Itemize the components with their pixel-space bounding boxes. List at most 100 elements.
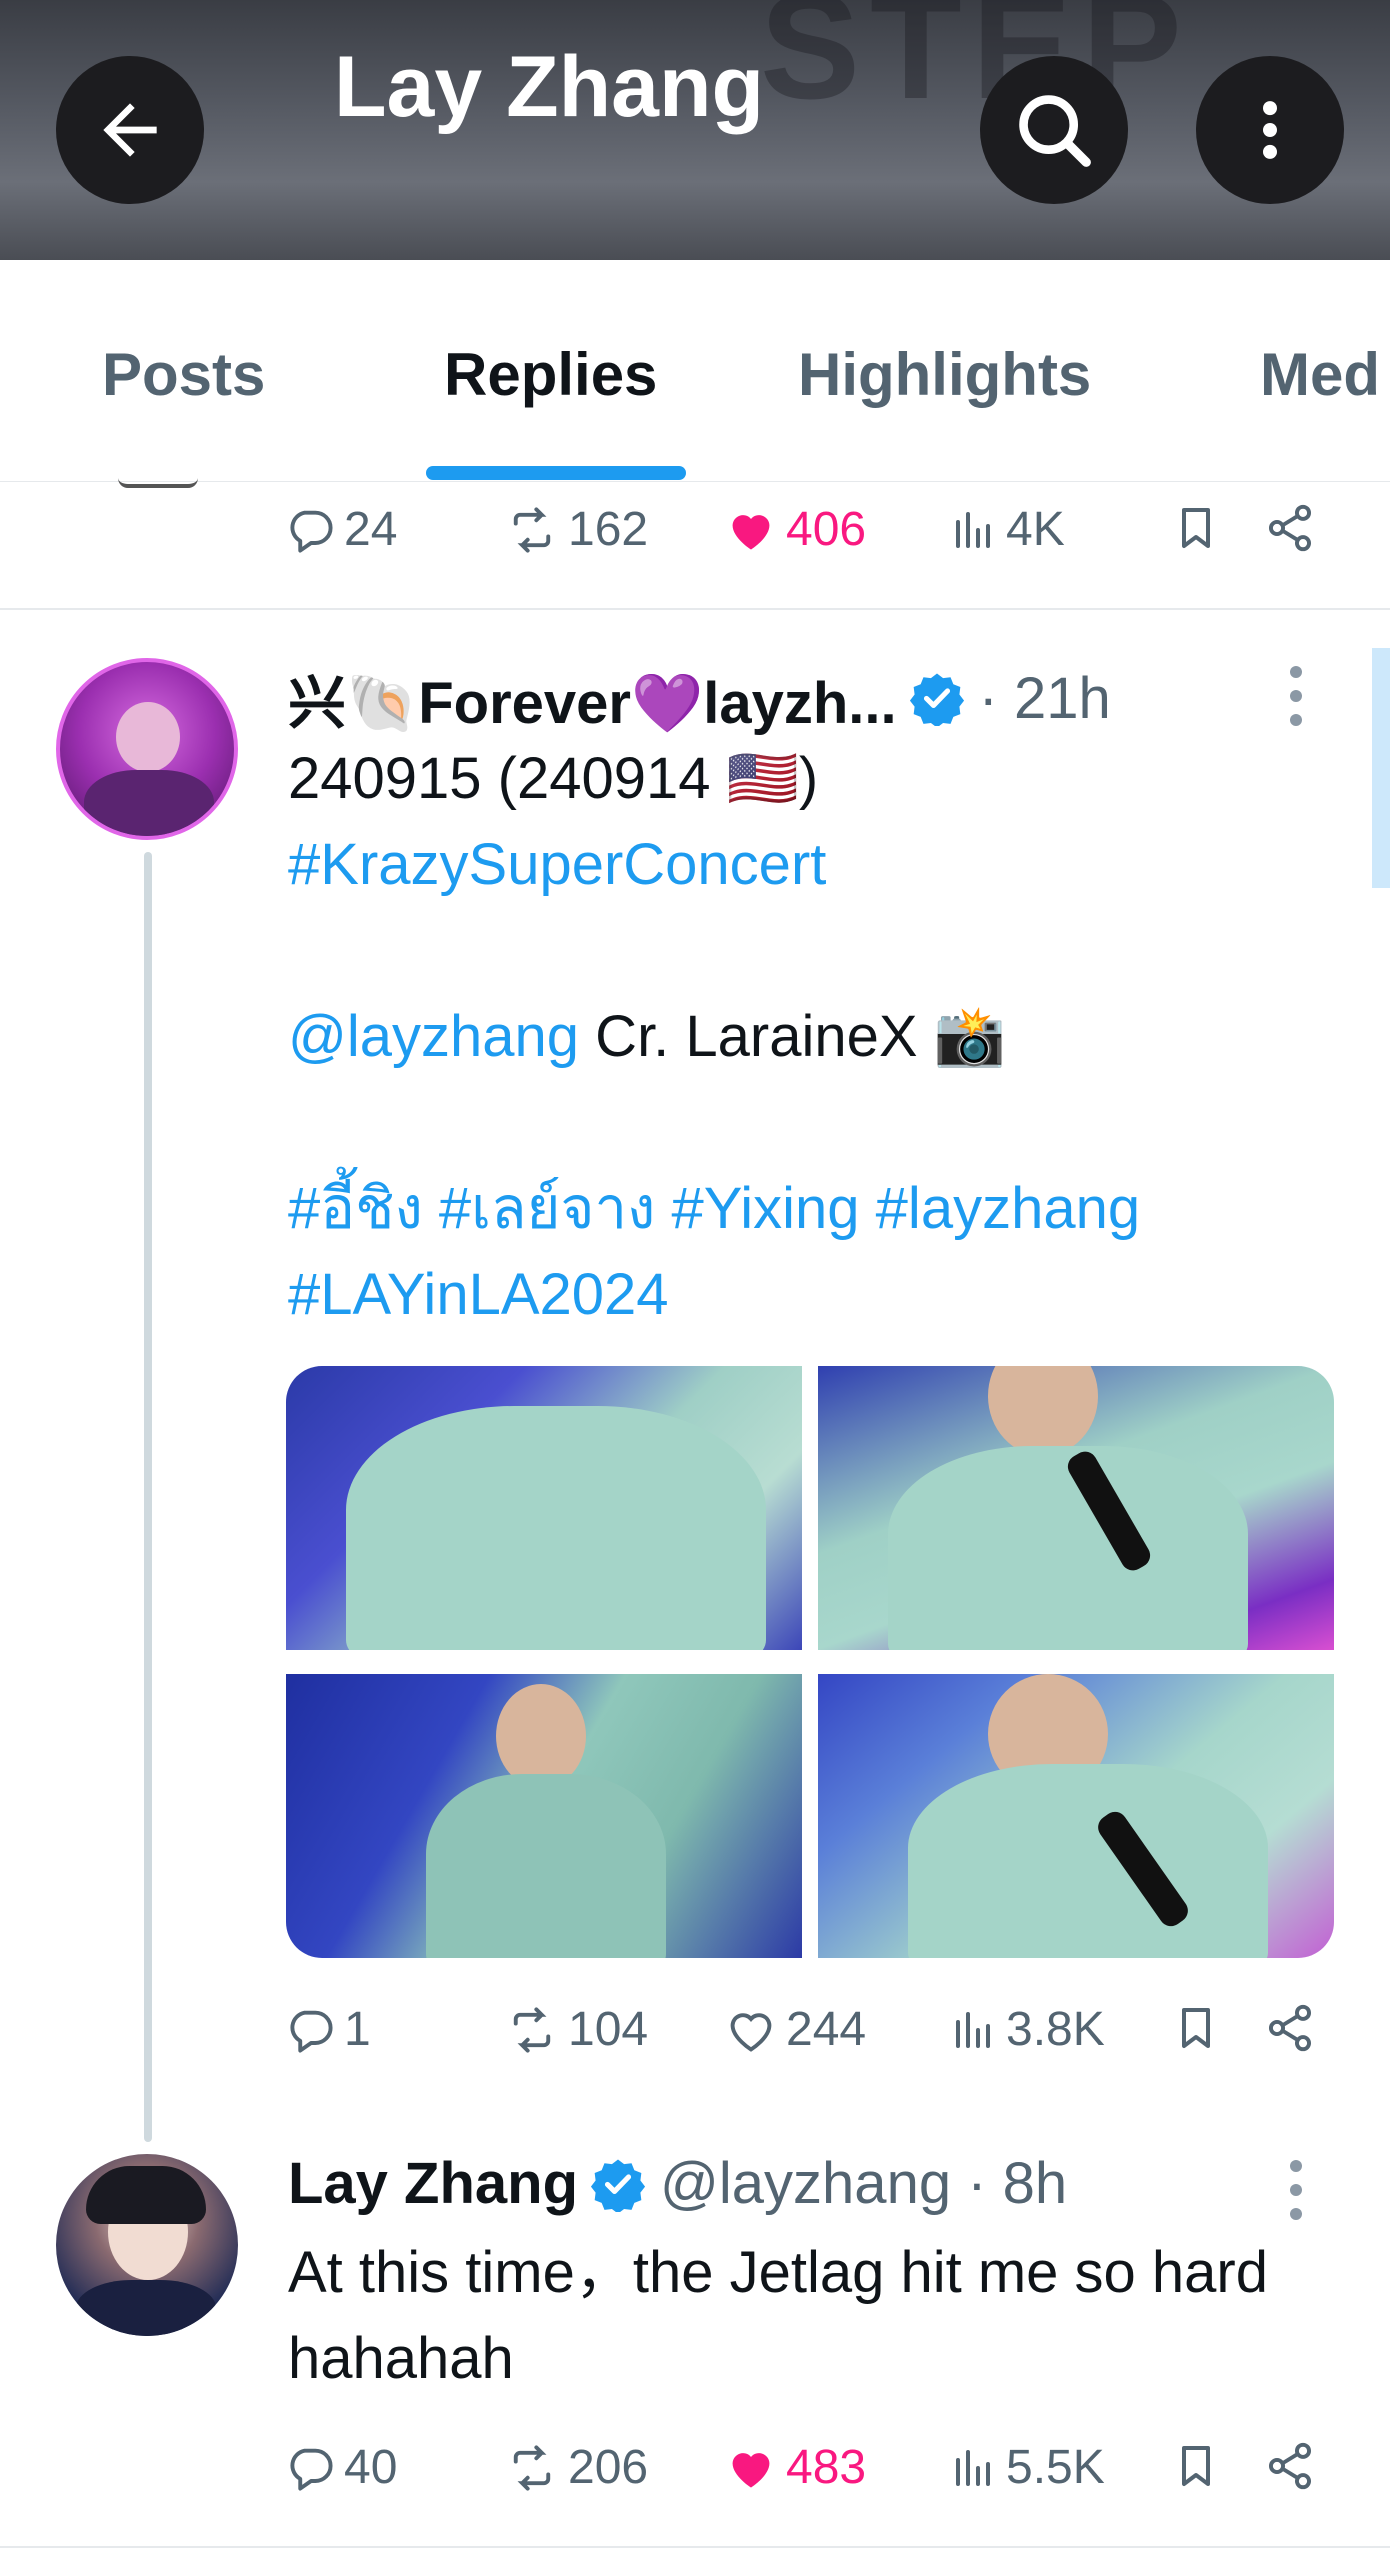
bookmark-button[interactable] — [1172, 2440, 1228, 2492]
share-icon — [1268, 2442, 1312, 2490]
repost-icon — [513, 2006, 551, 2053]
tweet-header: 兴🐚Forever💜layzh... · 21h — [288, 656, 1111, 740]
bookmark-button[interactable] — [1172, 502, 1228, 554]
repost-button[interactable]: 206 — [504, 2440, 648, 2495]
views-icon — [956, 2449, 990, 2486]
bookmark-icon — [1182, 2446, 1210, 2486]
avatar[interactable] — [56, 658, 238, 840]
reply-count: 40 — [344, 2441, 398, 2494]
hashtag-link[interactable]: #LAYinLA2024 — [288, 1252, 1328, 1338]
back-button[interactable] — [56, 56, 204, 204]
tab-replies[interactable]: Replies — [444, 340, 657, 409]
views-button[interactable]: 5.5K — [950, 2440, 1105, 2495]
like-count: 406 — [786, 503, 867, 556]
reply-button[interactable]: 24 — [284, 502, 397, 557]
tweet-line: @layzhang Cr. LaraineX 📸 — [288, 994, 1328, 1080]
display-name[interactable]: 兴🐚Forever💜layzh... — [288, 656, 897, 740]
verified-badge-icon — [590, 2159, 646, 2212]
avatar-face — [116, 702, 180, 772]
share-icon — [1268, 2004, 1312, 2052]
more-vertical-icon — [1263, 101, 1277, 159]
photo-figure — [426, 1774, 666, 1958]
tweet-body: 240915 (240914 🇺🇸) #KrazySuperConcert @l… — [288, 736, 1328, 1338]
heart-icon — [732, 514, 770, 549]
tab-media[interactable]: Med — [1260, 340, 1380, 409]
like-count: 483 — [786, 2441, 867, 2494]
reply-button[interactable]: 1 — [284, 2002, 371, 2057]
more-options-button[interactable] — [1196, 56, 1344, 204]
views-count: 5.5K — [1006, 2441, 1105, 2494]
repost-count: 162 — [568, 503, 649, 556]
photo-figure — [346, 1406, 766, 1650]
share-button[interactable] — [1264, 502, 1324, 554]
like-button[interactable]: 244 — [724, 2002, 866, 2057]
media-photo[interactable] — [818, 1674, 1334, 1958]
active-tab-indicator — [426, 466, 686, 480]
thread-line — [144, 852, 152, 2142]
previous-avatar-edge — [118, 478, 198, 488]
hashtag-link[interactable]: #KrazySuperConcert — [288, 822, 1328, 908]
profile-tabs: Posts Replies Highlights Med — [0, 260, 1390, 482]
scroll-indicator[interactable] — [1372, 648, 1390, 888]
media-photo[interactable] — [818, 1366, 1334, 1650]
photo-head — [496, 1684, 586, 1788]
views-button[interactable]: 3.8K — [950, 2002, 1105, 2057]
photo-head — [988, 1366, 1098, 1456]
prev-tweet-actions: 24 162 406 4K — [284, 502, 1354, 572]
reply-count: 24 — [344, 503, 398, 556]
tab-highlights[interactable]: Highlights — [798, 340, 1091, 409]
media-photo[interactable] — [286, 1674, 802, 1958]
tweet-time[interactable]: · 21h — [979, 665, 1111, 732]
avatar-body — [84, 770, 214, 836]
like-button[interactable]: 406 — [724, 502, 866, 557]
views-count: 3.8K — [1006, 2003, 1105, 2056]
bookmark-icon — [1182, 508, 1210, 548]
tweet-line: 240915 (240914 🇺🇸) — [288, 746, 819, 811]
repost-button[interactable]: 104 — [504, 2002, 648, 2057]
verified-badge-icon — [909, 673, 964, 726]
tweet-handle-time[interactable]: @layzhang · 8h — [660, 2150, 1067, 2217]
media-photo[interactable] — [286, 1366, 802, 1650]
reply-icon — [290, 2010, 333, 2053]
bookmark-button[interactable] — [1172, 2002, 1228, 2054]
banner-image: STEP — [760, 0, 1192, 130]
credit-text: Cr. LaraineX 📸 — [579, 1004, 1006, 1069]
reply-icon — [290, 510, 333, 553]
heart-icon — [730, 2012, 772, 2052]
repost-button[interactable]: 162 — [504, 502, 648, 557]
search-button[interactable] — [980, 56, 1128, 204]
share-icon — [1268, 504, 1312, 552]
tweet-divider — [0, 2546, 1390, 2548]
tweet-actions: 1 104 244 3.8K — [284, 2002, 1354, 2072]
profile-header: STEP Lay Zhang — [0, 0, 1390, 260]
reply-count: 1 — [344, 2003, 371, 2056]
avatar[interactable] — [56, 2154, 238, 2336]
display-name[interactable]: Lay Zhang — [288, 2150, 578, 2217]
heart-icon — [732, 2452, 770, 2487]
like-count: 244 — [786, 2003, 867, 2056]
photo-figure — [908, 1764, 1268, 1958]
tweet-body: At this time，the Jetlag hit me so hard h… — [288, 2240, 1268, 2391]
tweet-divider — [0, 608, 1390, 610]
mention-link[interactable]: @layzhang — [288, 1004, 579, 1069]
tweet-header: Lay Zhang @layzhang · 8h — [288, 2150, 1067, 2217]
tweet-more-icon[interactable] — [1284, 2160, 1308, 2224]
repost-count: 206 — [568, 2441, 649, 2494]
like-button[interactable]: 483 — [724, 2440, 866, 2495]
reply-icon — [290, 2448, 333, 2491]
share-button[interactable] — [1264, 2440, 1324, 2492]
repost-count: 104 — [568, 2003, 649, 2056]
tab-posts[interactable]: Posts — [102, 340, 265, 409]
tweet-more-icon[interactable] — [1284, 666, 1308, 730]
views-button[interactable]: 4K — [950, 502, 1065, 557]
views-icon — [956, 2011, 990, 2048]
share-button[interactable] — [1264, 2002, 1324, 2054]
reply-button[interactable]: 40 — [284, 2440, 397, 2495]
hashtag-link[interactable]: #อี้ชิง #เลย์จาง #Yixing #layzhang — [288, 1166, 1328, 1252]
header-title: Lay Zhang — [334, 39, 765, 135]
media-grid — [286, 1366, 1334, 1958]
back-arrow-icon — [103, 103, 157, 157]
views-count: 4K — [1006, 503, 1065, 556]
